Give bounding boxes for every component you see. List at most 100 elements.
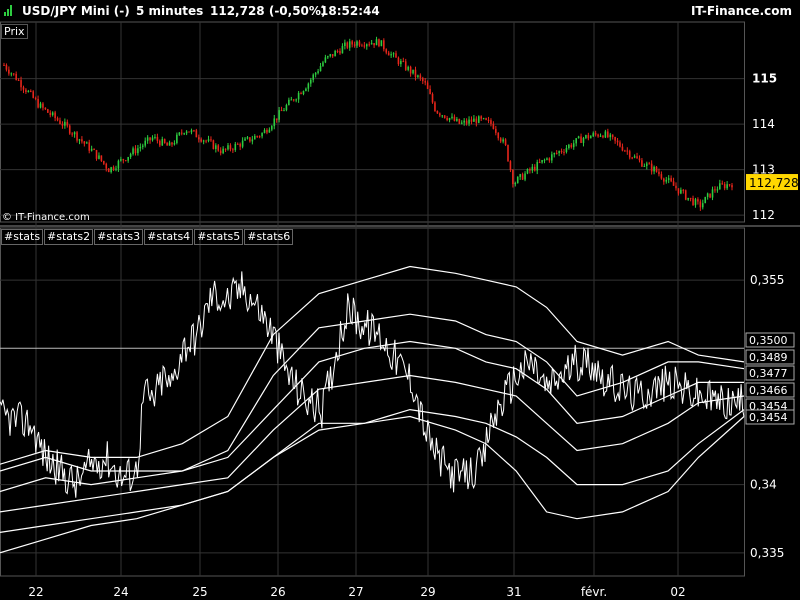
candle-body (439, 113, 441, 116)
candle-body (558, 151, 560, 154)
tab-stats6[interactable]: #stats6 (244, 229, 294, 245)
candle-body (473, 118, 475, 122)
candle-body (721, 183, 724, 185)
candle-body (278, 110, 280, 120)
candle-body (731, 185, 733, 188)
candle-body (290, 99, 293, 101)
candle-body (49, 112, 52, 115)
candle-body (409, 66, 412, 74)
candle-body (309, 79, 312, 84)
candle-body (124, 160, 127, 162)
candle-body (412, 69, 414, 74)
candle-body (215, 145, 217, 149)
candle-body (487, 119, 490, 121)
candle-body (482, 118, 485, 120)
candle-body (658, 171, 660, 175)
candle-body (407, 66, 409, 70)
candle-body (628, 151, 631, 158)
candle-body (249, 137, 251, 142)
candle-body (185, 131, 188, 134)
candle-body (499, 138, 502, 142)
candle-body (151, 137, 154, 141)
candle-body (227, 145, 229, 150)
candle-body (273, 118, 276, 127)
tab-stats5[interactable]: #stats5 (194, 229, 244, 245)
x-tick-label: 26 (270, 585, 285, 599)
candle-body (98, 155, 100, 159)
candle-body (572, 143, 575, 148)
x-tick-label: 24 (113, 585, 128, 599)
candle-body (414, 69, 417, 77)
candle-body (183, 133, 185, 135)
candle-body (448, 118, 451, 121)
candle-body (395, 53, 397, 58)
candle-body (443, 115, 446, 119)
candle-body (25, 89, 27, 92)
candle-body (327, 56, 329, 58)
indicator-series (0, 265, 745, 554)
candle-body (275, 118, 278, 120)
candle-body (244, 138, 246, 141)
tab-stats2[interactable]: #stats2 (44, 229, 94, 245)
price-panel-frame (0, 21, 745, 223)
candle-body (283, 110, 285, 112)
tab-stats3[interactable]: #stats3 (94, 229, 144, 245)
candle-body (322, 62, 324, 67)
candle-body (217, 145, 220, 151)
candle-body (105, 163, 108, 169)
candle-body (648, 163, 651, 165)
candle-body (560, 151, 563, 153)
candle-body (297, 92, 300, 100)
candle-body (468, 119, 470, 124)
candle-body (246, 137, 249, 139)
candle-body (346, 42, 349, 48)
indicator-line (0, 313, 745, 472)
candle-body (375, 39, 378, 46)
candle-body (451, 116, 453, 119)
candle-body (132, 148, 134, 155)
candle-body (728, 184, 731, 186)
candle-body (141, 145, 144, 147)
candle-body (541, 160, 543, 163)
candle-body (288, 99, 290, 106)
candle-body (234, 143, 237, 150)
tab-stats[interactable]: #stats (1, 229, 44, 245)
candle-body (263, 129, 266, 134)
y-tick-label: 0,34 (750, 478, 777, 492)
candle-body (570, 144, 573, 148)
candle-body (134, 148, 137, 154)
candle-body (32, 91, 35, 98)
candle-body (356, 41, 358, 46)
candle-body (687, 197, 689, 200)
candle-body (266, 129, 268, 133)
candle-body (616, 140, 619, 143)
candle-body (280, 110, 283, 112)
candle-body (351, 41, 353, 45)
candle-body (490, 120, 492, 124)
candle-body (271, 126, 273, 130)
candle-body (543, 159, 546, 161)
tab-stats4[interactable]: #stats4 (144, 229, 194, 245)
x-tick-label: 31 (506, 585, 521, 599)
candle-body (709, 193, 711, 198)
candle-body (197, 137, 200, 140)
candle-body (71, 133, 73, 135)
candle-body (531, 166, 534, 171)
candle-body (51, 112, 54, 115)
candle-body (624, 150, 626, 152)
candle-body (115, 168, 117, 170)
candle-body (188, 131, 190, 133)
candle-body (319, 66, 322, 72)
candle-body (29, 90, 32, 92)
candle-body (485, 118, 487, 120)
candle-body (726, 184, 728, 189)
candle-body (8, 69, 10, 74)
candle-body (34, 97, 37, 99)
watermark: © IT-Finance.com (2, 212, 90, 223)
candle-body (156, 136, 159, 141)
price-line (0, 271, 745, 498)
candle-body (521, 174, 524, 180)
candle-body (504, 139, 507, 145)
candle-body (358, 41, 361, 46)
chart-canvas[interactable]: 22 24 25 26 27 29 31 févr. 021151141131120,3550,… (0, 0, 800, 600)
